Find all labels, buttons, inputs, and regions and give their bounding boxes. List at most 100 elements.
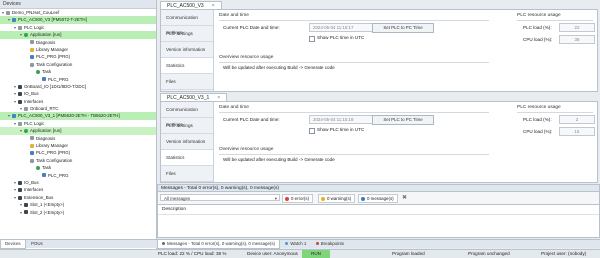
side-tab[interactable]: Statistics (161, 58, 213, 74)
tree-item-label: Slot_1 (<Empty>) (30, 202, 65, 208)
utc-checkbox[interactable] (309, 128, 315, 134)
tree-item-label: PLC_PRG (PRG) (36, 150, 71, 156)
tab-devices[interactable]: Devices (0, 240, 26, 249)
device-node-icon (30, 47, 34, 52)
tree-item[interactable]: Task Configuration (0, 61, 156, 68)
tree-item[interactable]: Library Manager (0, 142, 156, 149)
tree-item-label: IO_Bus (24, 91, 39, 97)
device-node-icon (30, 136, 34, 141)
utc-checkbox-label: Show PLC time in UTC (317, 127, 365, 132)
side-tab[interactable]: Files (161, 166, 213, 182)
side-tab[interactable]: Version information (161, 42, 213, 58)
description-column-header[interactable]: Description (158, 205, 599, 215)
editor-tab-0[interactable]: PLC_AC500_V3 × (160, 1, 222, 9)
device-node-icon (18, 99, 22, 104)
device-node-icon (42, 173, 46, 178)
tree-item[interactable]: ▾ PLC_AC500_V3_1 [PM5630-2ETH - TB5620-2E… (0, 112, 156, 120)
messages-filter-select[interactable]: All messages ▾ (160, 194, 280, 201)
overview-section-title: Overview resource usage (219, 55, 274, 60)
error-icon (285, 196, 289, 201)
tree-item[interactable]: ▾ Application [run] (0, 127, 156, 135)
status-run-badge: RUN (302, 250, 330, 258)
device-tree: ▾ Demo_PNJset_CouLeef ▾ PLC_AC500_V3 [PM507… (0, 9, 156, 216)
tree-item[interactable]: ▾ PLC Logic (0, 120, 156, 127)
overview-text: Will be updated after executing Build ->… (223, 65, 335, 70)
plc-date-label: Current PLC Date and time: (223, 117, 280, 122)
tree-item[interactable]: ▾ Demo_PNJset_CouLeef (0, 9, 156, 16)
tree-item[interactable]: Library Manager (0, 46, 156, 53)
tree-item-label: Task (42, 69, 52, 75)
tree-item-label: Diagnosis (36, 39, 56, 45)
side-tab[interactable]: PLC Settings (161, 118, 213, 134)
tree-item[interactable]: Diagnosis (0, 135, 156, 142)
side-tab[interactable]: Statistics (161, 150, 213, 166)
side-tab[interactable]: Communication Settings (161, 10, 213, 35)
tree-item[interactable]: ▾ PLC_AC500_V3 [PM5072-T-2ETH] (0, 16, 156, 24)
status-device-user: Device user: Anonymous (247, 251, 298, 256)
set-plc-time-button[interactable]: Set PLC to PC Time (372, 23, 434, 33)
cpu-load-field[interactable]: 38 (559, 35, 595, 44)
tab-messages[interactable]: Messages - Total 0 error(s), 0 warning(s… (157, 240, 281, 249)
tree-item-label: Task Configuration (36, 61, 73, 67)
tree-item[interactable]: ▾ Onboard_RTC (0, 105, 156, 112)
tree-item[interactable]: ▾ Interfaces (0, 98, 156, 105)
tab-pous[interactable]: POUs (27, 240, 47, 248)
warnings-filter-button[interactable]: 0 warning(s) (318, 194, 356, 203)
tree-item-label: PLC_PRG (PRG) (36, 54, 71, 60)
tree-item[interactable]: ▾ Application [run] (0, 31, 156, 39)
device-node-icon (36, 166, 40, 171)
tree-item[interactable]: Task (0, 164, 156, 171)
tree-item[interactable]: PLC_PRG (0, 76, 156, 83)
watch-icon (285, 242, 289, 246)
editor-tab-1[interactable]: PLC_AC500_V3_1 × (160, 93, 228, 101)
errors-filter-button[interactable]: 0 error(s) (282, 194, 314, 203)
plc-date-field[interactable]: 2024-05-04 11:15:17 (309, 23, 374, 32)
tree-item[interactable]: Task Configuration (0, 157, 156, 164)
tree-item[interactable]: PLC_PRG (PRG) (0, 53, 156, 60)
tab-watch[interactable]: Watch 1 (281, 240, 310, 248)
set-plc-time-button[interactable]: Set PLC to PC Time (372, 115, 434, 125)
resource-section-title: PLC resource usage (517, 13, 561, 18)
device-node-icon (30, 62, 34, 67)
device-node-icon (24, 106, 28, 111)
plc-date-field[interactable]: 2024-05-04 11:15:18 (309, 115, 374, 124)
messages-icon (162, 242, 165, 246)
tree-item[interactable]: Task (0, 68, 156, 75)
tree-item[interactable]: ▾ IO_Bus (0, 90, 156, 97)
tree-item[interactable]: Diagnosis (0, 39, 156, 46)
tree-item-label: Interfaces (24, 98, 44, 104)
tree-item[interactable]: ▾ Extension_Bus (0, 194, 156, 201)
device-node-icon (18, 121, 22, 126)
tree-item[interactable]: ▾ Interfaces (0, 186, 156, 193)
tree-item-label: Task Configuration (36, 157, 73, 163)
device-node-icon (18, 92, 22, 97)
plc-load-field[interactable]: 22 (559, 23, 595, 32)
tree-item[interactable]: ▾ Slot_1 (<Empty>) (0, 201, 156, 208)
side-tab[interactable]: Communication Settings (161, 102, 213, 127)
messages-toolbar: All messages ▾ 0 error(s) 0 warning(s) 0… (157, 192, 600, 204)
tree-item[interactable]: ▾ OnBoard_IO [1DI1/8DO-T/2DC] (0, 83, 156, 90)
errors-count: 0 error(s) (291, 196, 310, 201)
status-bar: PLC load: 22 % / CPU load: 38 % Device u… (0, 249, 600, 258)
tab-breakpoints[interactable]: Breakpoints (312, 240, 348, 248)
tree-item[interactable]: PLC_PRG (PRG) (0, 149, 156, 156)
tree-item[interactable]: ▾ PLC Logic (0, 24, 156, 31)
side-tab[interactable]: Version information (161, 134, 213, 150)
tree-item[interactable]: PLC_PRG (0, 172, 156, 179)
messages-filter-button[interactable]: 0 message(s) (358, 194, 398, 203)
clear-messages-icon[interactable]: ✖ (402, 194, 407, 201)
device-node-icon (24, 129, 28, 134)
tab-messages-label: Messages - Total 0 error(s), 0 warning(s… (167, 241, 276, 246)
device-node-icon (30, 55, 34, 60)
tree-item[interactable]: ▾ IO_Bus (0, 179, 156, 186)
device-node-icon (18, 188, 22, 193)
messages-bottom-tabs: Messages - Total 0 error(s), 0 warning(s… (157, 239, 600, 249)
device-node-icon (12, 18, 16, 23)
tree-item[interactable]: ▾ Slot_2 (<Empty>) (0, 209, 156, 216)
utc-checkbox[interactable] (309, 36, 315, 42)
cpu-load-field[interactable]: 15 (559, 127, 595, 136)
tree-item-label: PLC_PRG (48, 76, 69, 82)
side-tab[interactable]: Files (161, 74, 213, 90)
side-tab[interactable]: PLC Settings (161, 26, 213, 42)
plc-load-field[interactable]: 2 (559, 115, 595, 124)
